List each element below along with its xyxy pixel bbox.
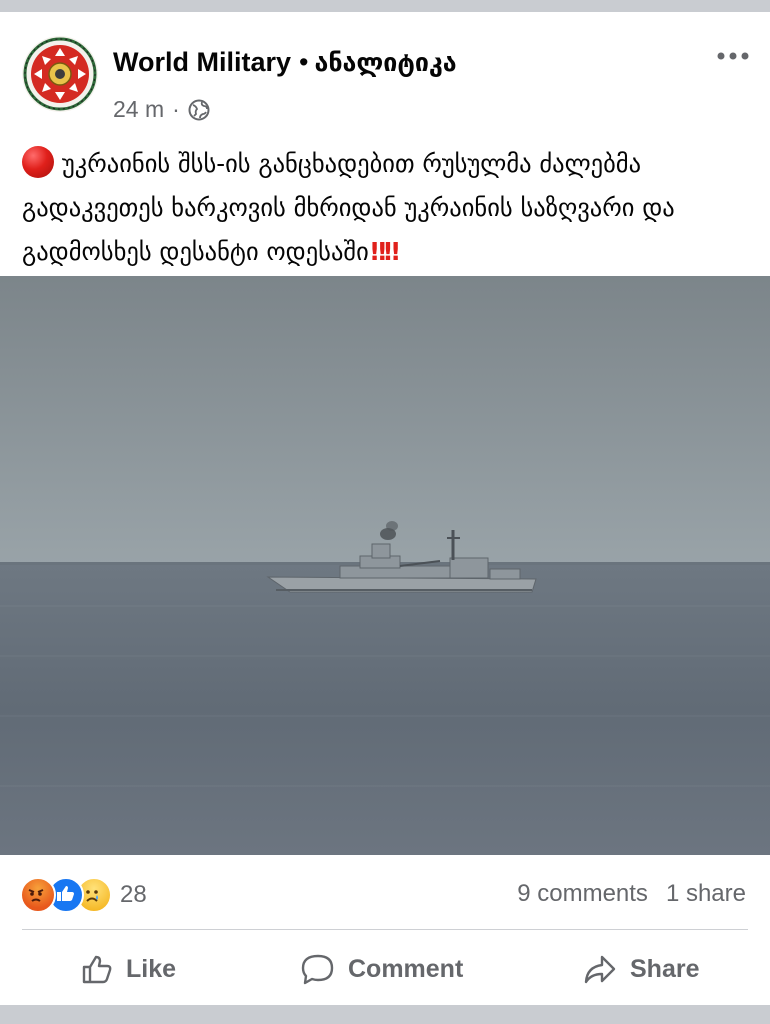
double-exclamation-icon: ‼‼ — [370, 237, 400, 266]
share-icon — [584, 955, 616, 984]
angry-reaction-icon — [20, 877, 56, 913]
like-button[interactable]: Like — [80, 944, 176, 994]
more-dots-icon[interactable] — [716, 50, 750, 62]
group-name-link[interactable]: ანალიტიკა — [314, 48, 456, 77]
feed-gap — [0, 1005, 770, 1024]
reaction-count: 28 — [120, 881, 147, 908]
post-timestamp[interactable]: 24 m — [113, 96, 164, 123]
divider — [22, 929, 748, 930]
globe-icon — [188, 99, 210, 120]
post-image[interactable] — [0, 276, 770, 855]
post-card: World Military • ანალიტიკა 24 m · უკრაინის… — [0, 12, 770, 1005]
post-header-title: World Military • ანალიტიკა — [113, 46, 457, 79]
comment-icon — [301, 954, 334, 985]
meta-separator: · — [172, 96, 180, 122]
world-military-logo — [22, 36, 98, 112]
warship-photo — [0, 276, 770, 855]
red-circle-icon — [22, 146, 54, 178]
comment-button[interactable]: Comment — [300, 944, 463, 994]
engagement-stats: 9 comments 1 share — [517, 880, 746, 908]
post-actions-bar: Like Comment Share — [0, 944, 770, 994]
like-icon — [82, 955, 112, 984]
post-text: უკრაინის შსს-ის განცხადებით რუსულმა ძალე… — [22, 142, 752, 274]
comments-count-link[interactable]: 9 comments — [517, 880, 648, 907]
post-body-text: უკრაინის შსს-ის განცხადებით რუსულმა ძალე… — [22, 149, 675, 266]
like-label: Like — [126, 954, 177, 983]
title-separator: • — [299, 47, 309, 77]
page-name-link[interactable]: World Military — [113, 47, 291, 77]
comment-label: Comment — [348, 954, 464, 983]
reactions-summary[interactable]: 28 — [20, 877, 147, 913]
shares-count-link[interactable]: 1 share — [666, 880, 746, 907]
share-button[interactable]: Share — [582, 944, 699, 994]
share-label: Share — [630, 954, 700, 983]
page-avatar[interactable] — [22, 36, 98, 112]
post-meta: 24 m · — [113, 96, 210, 123]
